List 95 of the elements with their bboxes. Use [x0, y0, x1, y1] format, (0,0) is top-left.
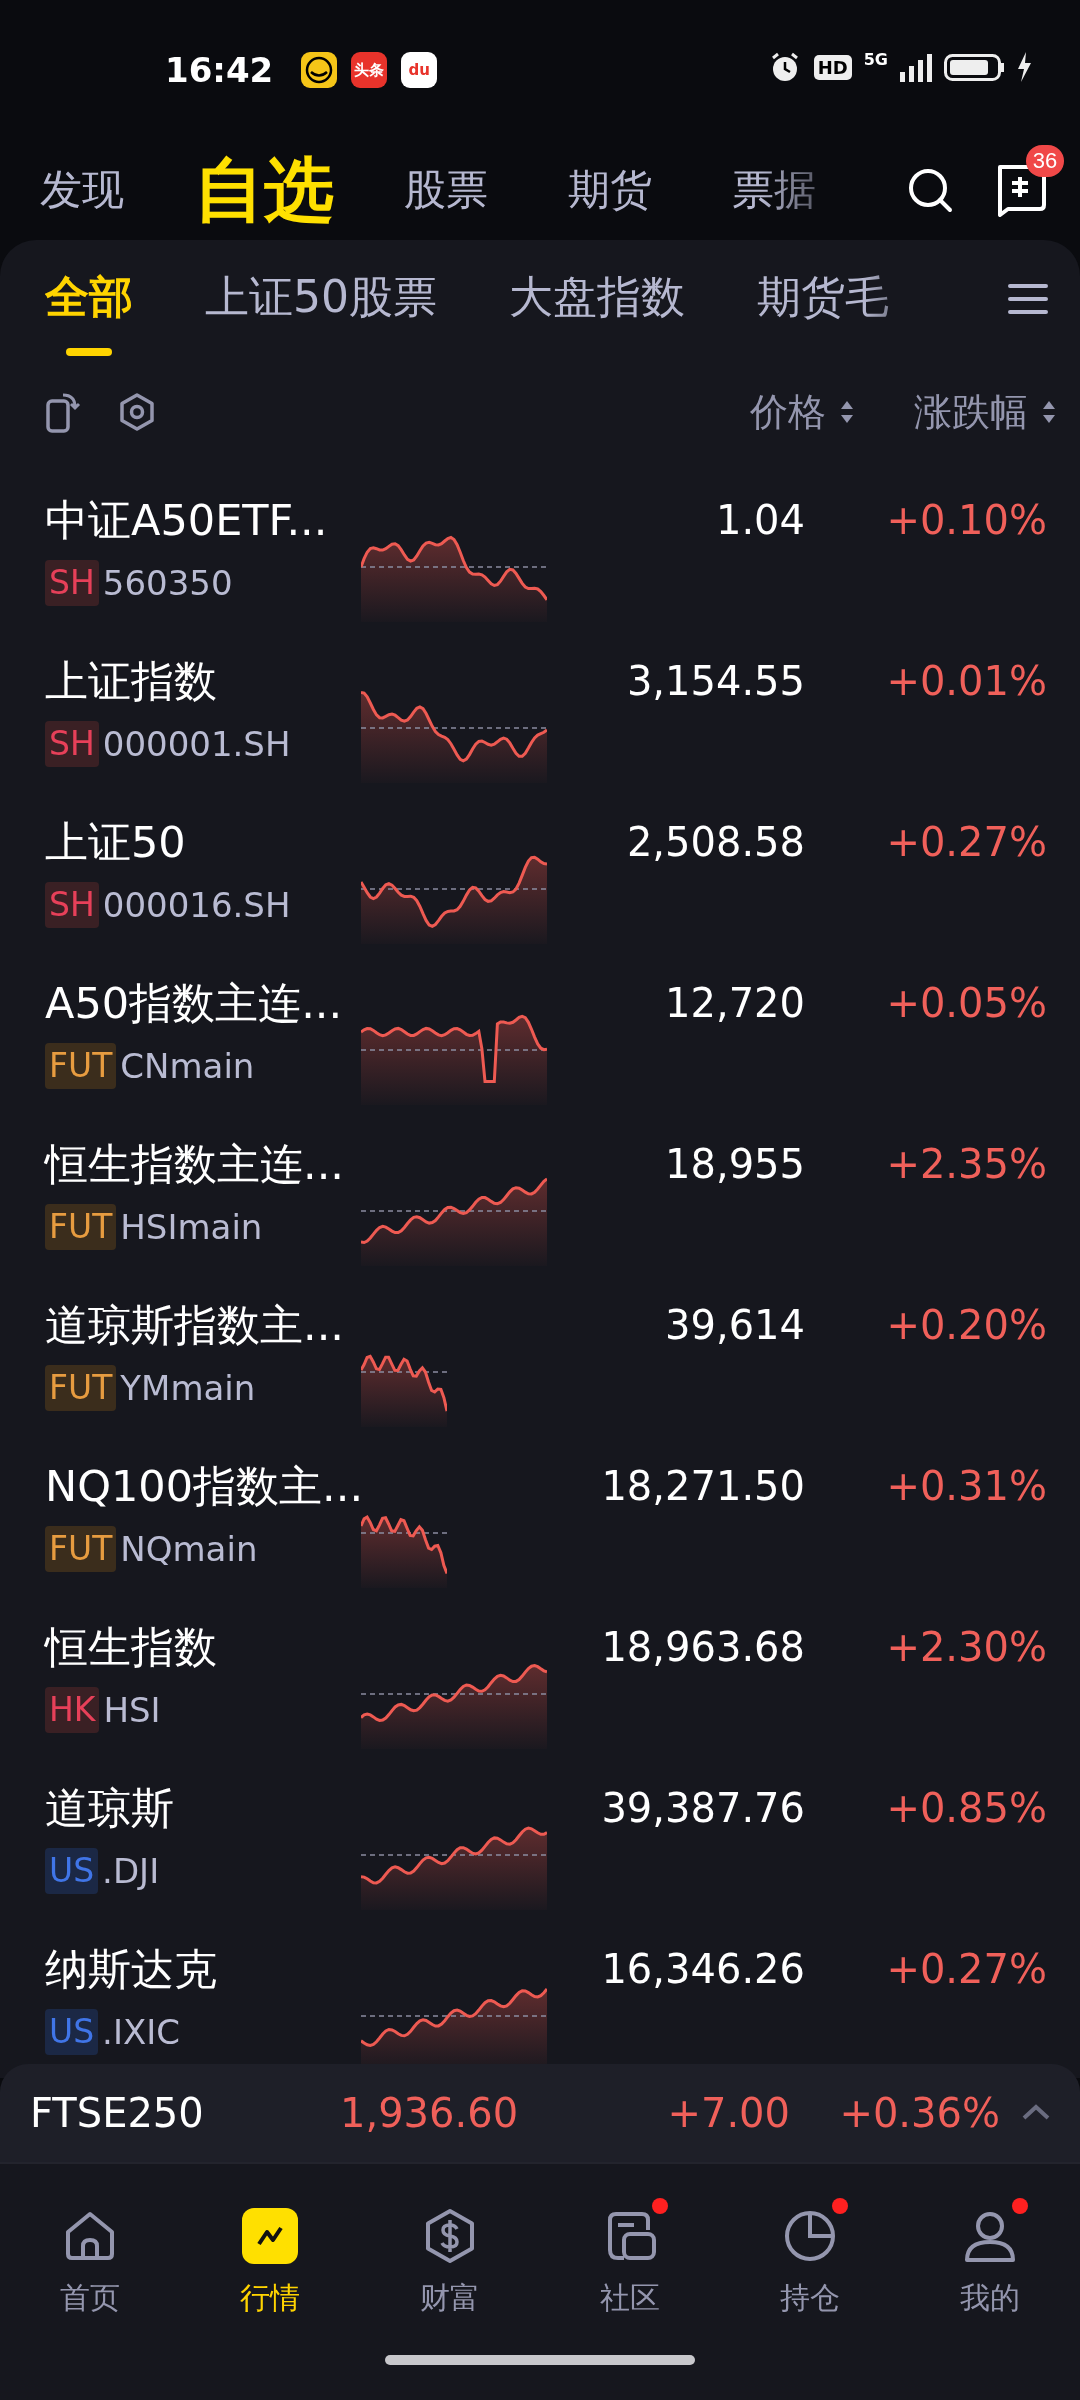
quote-name: 道琼斯指数主... [45, 1299, 345, 1352]
tab-bar-item[interactable]: 持仓 [720, 2194, 900, 2319]
signal-icon [900, 52, 932, 82]
ticker-code: HSImain [120, 1206, 263, 1249]
tab-bar-item[interactable]: 我的 [900, 2194, 1080, 2319]
market-tag: FUT [45, 1365, 117, 1411]
quote-name: 恒生指数 [45, 1621, 218, 1674]
change-sort-button[interactable]: 涨跌幅 [914, 386, 1056, 438]
price-value: 3,154.55 [625, 657, 805, 706]
menu-button[interactable] [1008, 282, 1048, 316]
change-percent: +2.30% [885, 1623, 1048, 1672]
sort-icon [840, 399, 854, 425]
tab-bar-item[interactable]: 财富 [360, 2194, 540, 2319]
ticker-code: 000016.SH [102, 884, 291, 927]
change-percent: +0.10% [885, 496, 1048, 545]
app-notification-icon: du [401, 52, 438, 88]
nav-tab[interactable]: 发现 [40, 164, 124, 216]
quote-name: NQ100指数主... [45, 1460, 365, 1513]
notification-badge: 36 [1026, 145, 1064, 177]
price-value: 12,720 [664, 979, 805, 1028]
quote-name: 恒生指数主连... [45, 1138, 345, 1191]
charging-icon [1016, 52, 1032, 82]
quote-name: 道琼斯 [45, 1782, 175, 1835]
watchlist-tab[interactable]: 期货毛 [757, 262, 889, 372]
change-percent: +0.01% [885, 657, 1048, 706]
market-tag: SH [45, 721, 99, 767]
price-value: 18,271.50 [600, 1462, 805, 1511]
rotate-screen-button[interactable] [45, 391, 83, 433]
watchlist-tab[interactable]: 上证50股票 [205, 262, 437, 372]
ticker-change: +7.00 [666, 2090, 790, 2136]
tab-bar-item[interactable]: 社区 [540, 2194, 720, 2319]
ticker-code: YMmain [120, 1367, 256, 1410]
app-notification-icon: 头条 [351, 52, 388, 88]
watchlist-tab[interactable]: 全部 [45, 262, 133, 372]
tab-bar-item[interactable]: 行情 [180, 2194, 360, 2319]
market-tag: SH [45, 882, 99, 928]
ticker-price: 1,936.60 [340, 2090, 520, 2136]
rotate-phone-icon [45, 391, 83, 433]
market-tag: US [45, 2009, 99, 2055]
ticker-change-percent: +0.36% [838, 2090, 1000, 2136]
change-percent: +0.27% [885, 1945, 1048, 1994]
ticker-code: 560350 [102, 562, 233, 605]
nav-tab[interactable]: 票据 [732, 164, 816, 216]
market-tag: FUT [45, 1204, 117, 1250]
market-tag: SH [45, 560, 99, 606]
ticker-name: FTSE250 [30, 2090, 205, 2136]
price-value: 18,955 [664, 1140, 805, 1189]
quote-name: 上证指数 [45, 655, 218, 708]
price-value: 16,346.26 [600, 1945, 805, 1994]
quote-name: A50指数主连... [45, 977, 344, 1030]
price-value: 2,508.58 [625, 818, 805, 867]
app-notification-icon [301, 52, 338, 88]
search-button[interactable] [906, 166, 954, 214]
change-percent: +0.20% [885, 1301, 1048, 1350]
expand-button[interactable] [1022, 2104, 1050, 2122]
quote-name: 纳斯达克 [45, 1943, 218, 1996]
watchlist-tab[interactable]: 大盘指数 [509, 262, 685, 372]
network-label: 5G [863, 50, 888, 69]
price-value: 39,387.76 [600, 1784, 805, 1833]
change-percent: +2.35% [885, 1140, 1048, 1189]
ticker-code: CNmain [120, 1045, 255, 1088]
messages-button[interactable]: 36 [994, 145, 1064, 217]
search-icon [906, 166, 954, 214]
market-tag: FUT [45, 1043, 117, 1089]
market-tag: US [45, 1848, 99, 1894]
market-tag: HK [45, 1687, 100, 1733]
sort-icon [1042, 399, 1056, 425]
price-value: 39,614 [664, 1301, 805, 1350]
change-percent: +0.31% [885, 1462, 1048, 1511]
price-value: 1.04 [714, 496, 805, 545]
price-sort-button[interactable]: 价格 [750, 386, 854, 438]
market-tag: FUT [45, 1526, 117, 1572]
tab-bar-item[interactable]: 首页 [0, 2194, 180, 2319]
pie-chart-icon [782, 2208, 838, 2264]
ticker-code: 000001.SH [102, 723, 291, 766]
change-percent: +0.27% [885, 818, 1048, 867]
ticker-code: HSI [103, 1689, 161, 1732]
nav-tab[interactable]: 股票 [404, 164, 488, 216]
quote-name: 上证50 [45, 816, 187, 869]
battery-icon [944, 53, 1004, 81]
settings-icon [117, 392, 157, 432]
clock-time: 16:42 [165, 50, 274, 90]
nav-tab[interactable]: 期货 [568, 164, 652, 216]
change-percent: +0.05% [885, 979, 1048, 1028]
ticker-code: .IXIC [102, 2011, 180, 2054]
hd-label: HD [813, 54, 852, 80]
menu-icon [1008, 282, 1048, 316]
ticker-code: NQmain [120, 1528, 258, 1571]
nav-tab[interactable]: 自选 [194, 148, 334, 232]
change-percent: +0.85% [885, 1784, 1048, 1833]
price-value: 18,963.68 [600, 1623, 805, 1672]
settings-button[interactable] [117, 392, 157, 432]
quote-name: 中证A50ETF... [45, 494, 329, 547]
chevron-up-icon [1022, 2104, 1050, 2122]
ticker-code: .DJI [102, 1850, 160, 1893]
